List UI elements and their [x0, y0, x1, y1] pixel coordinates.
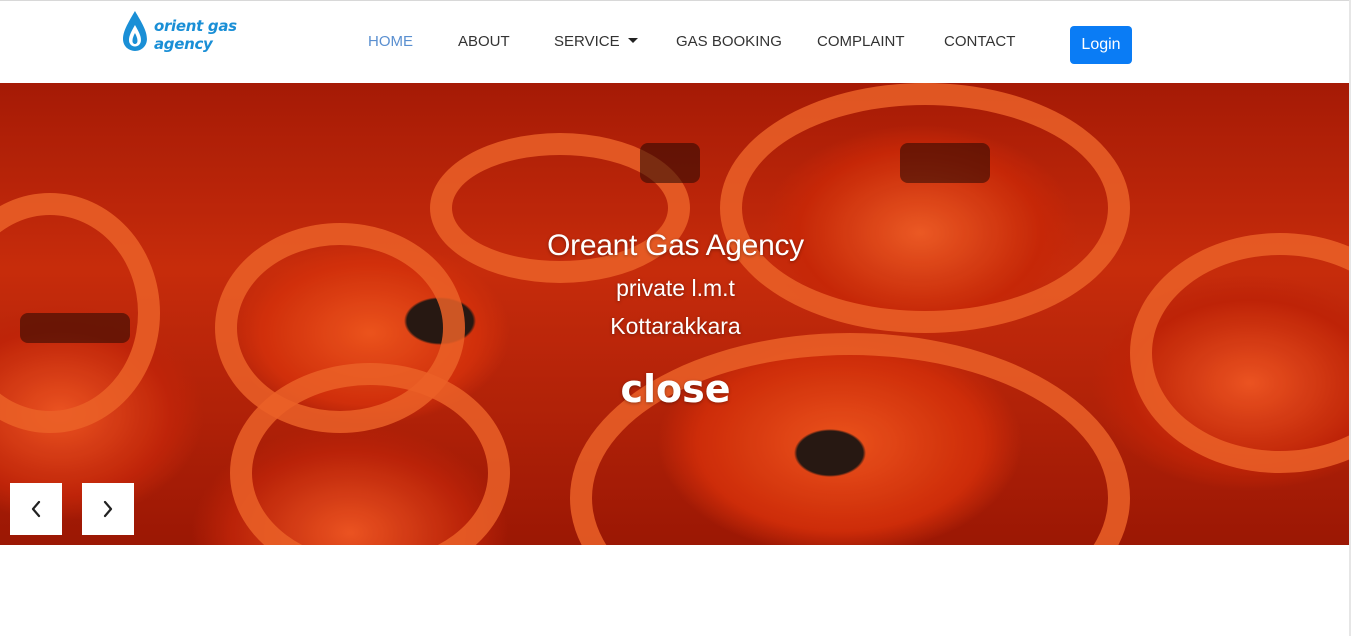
hero-title: Oreant Gas Agency	[547, 229, 804, 262]
nav-contact[interactable]: CONTACT	[944, 33, 1015, 51]
hero-subtitle-location: Kottarakkara	[610, 313, 741, 339]
navbar: orient gas agency HOME ABOUT SERVICE GAS…	[0, 1, 1351, 83]
nav-service-label: SERVICE	[554, 33, 620, 50]
chevron-left-icon	[31, 500, 41, 518]
carousel-prev-button[interactable]	[10, 483, 62, 535]
nav-gas-booking[interactable]: GAS BOOKING	[676, 33, 782, 51]
nav-about[interactable]: ABOUT	[458, 33, 510, 51]
chevron-right-icon	[103, 500, 113, 518]
carousel-next-button[interactable]	[82, 483, 134, 535]
nav-complaint[interactable]: COMPLAINT	[817, 33, 905, 51]
brand-logo[interactable]: orient gas agency	[120, 7, 300, 55]
flame-drop-icon	[122, 11, 147, 51]
hero-subtitle-company: private l.m.t	[616, 275, 735, 301]
nav-service[interactable]: SERVICE	[554, 33, 638, 51]
login-button[interactable]: Login	[1070, 26, 1132, 64]
nav-home[interactable]: HOME	[368, 33, 413, 51]
brand-logo-text: orient gas agency	[153, 17, 237, 53]
hero-carousel: Oreant Gas Agency private l.m.t Kottarak…	[0, 83, 1351, 545]
caret-down-icon	[627, 37, 638, 43]
hero-close-label[interactable]: close	[0, 367, 1351, 411]
